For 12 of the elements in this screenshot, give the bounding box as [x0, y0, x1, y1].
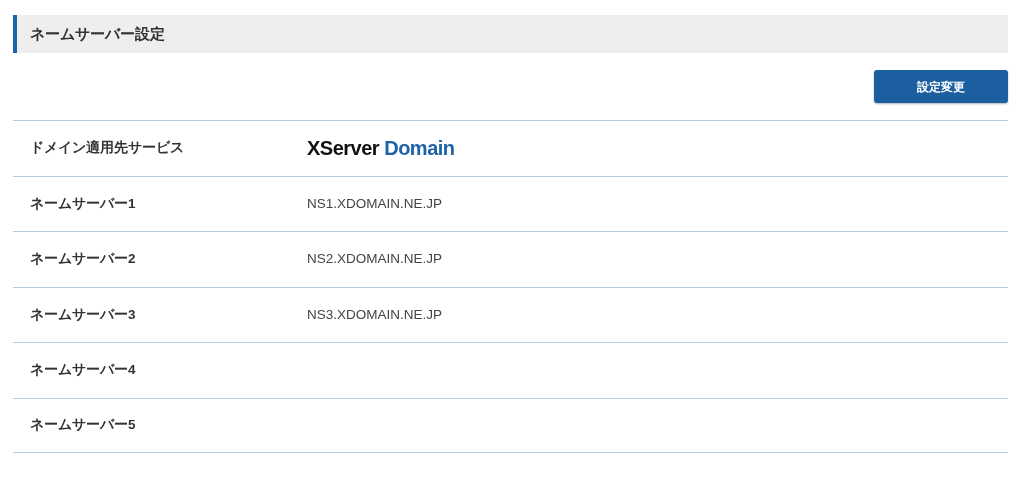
- row-value: NS2.XDOMAIN.NE.JP: [307, 250, 443, 269]
- row-value: NS3.XDOMAIN.NE.JP: [307, 305, 443, 324]
- service-logo: XServer Domain: [307, 136, 455, 162]
- row-label: ネームサーバー1: [29, 194, 137, 213]
- section-title: ネームサーバー設定: [13, 15, 1008, 53]
- row-label: ネームサーバー5: [29, 416, 137, 435]
- row-label: ドメイン適用先サービス: [29, 139, 185, 158]
- row-label: ネームサーバー2: [29, 250, 137, 269]
- change-settings-button[interactable]: 設定変更: [874, 70, 1008, 103]
- row-label: ネームサーバー4: [29, 361, 137, 380]
- row-label: ネームサーバー3: [29, 305, 137, 324]
- row-value: NS1.XDOMAIN.NE.JP: [307, 194, 443, 213]
